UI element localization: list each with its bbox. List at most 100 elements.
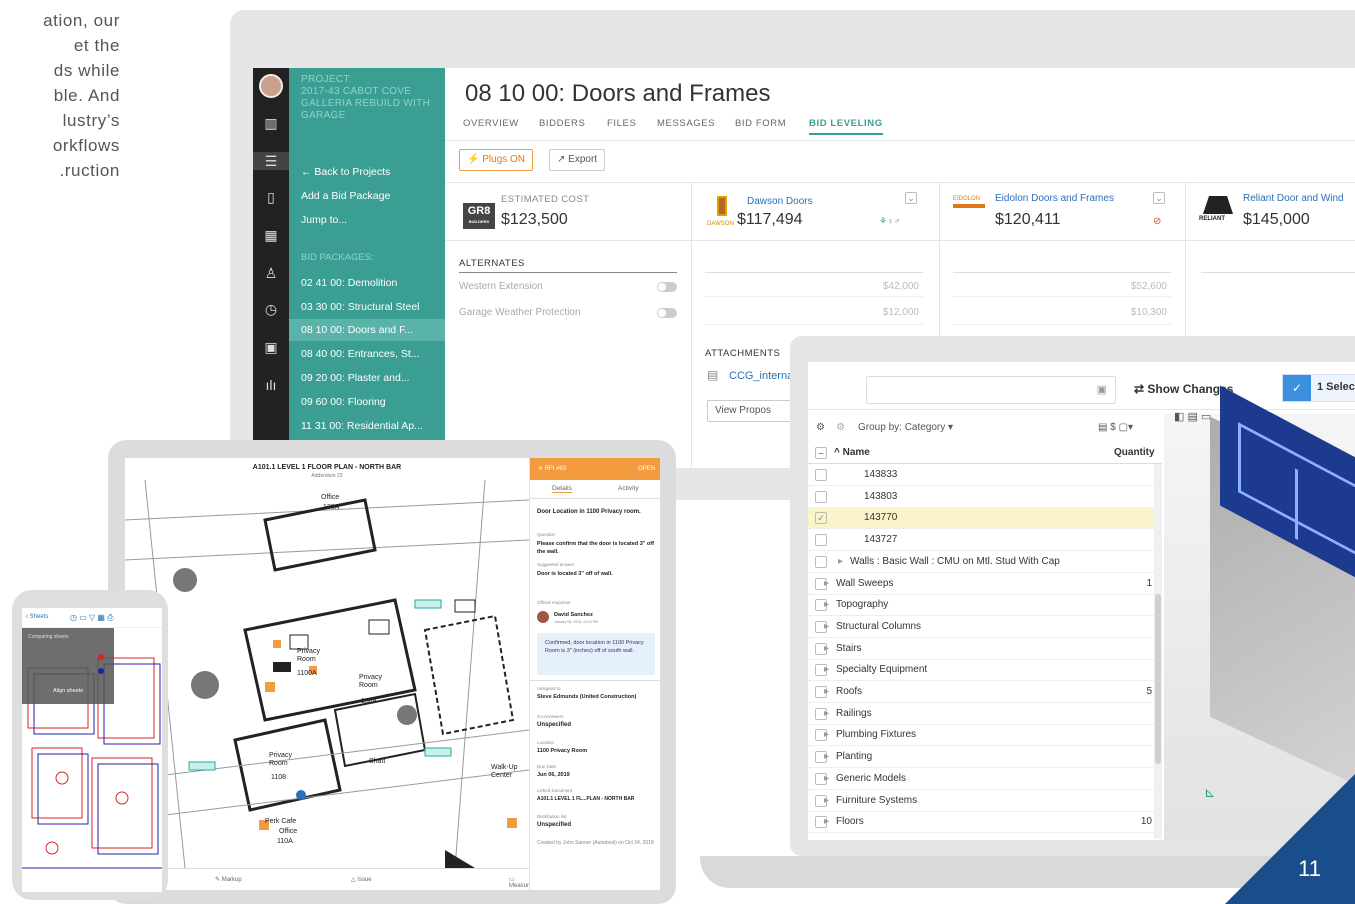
stamp-icon[interactable]: ♙	[262, 264, 280, 282]
tab-bid-leveling[interactable]: BID LEVELING	[809, 118, 883, 135]
bid-package-item-active[interactable]: 08 10 00: Doors and F...	[289, 319, 445, 341]
bid-package-item[interactable]: 11 31 00: Residential Ap...	[289, 415, 445, 437]
expand-chevron-icon[interactable]: ▸	[824, 681, 829, 702]
table-row[interactable]: Planting ▸	[808, 746, 1156, 769]
selected-button[interactable]: ✓ 1 Selecte	[1282, 374, 1355, 402]
expand-chevron-icon[interactable]: ▸	[824, 616, 829, 637]
table-row[interactable]: Plumbing Fixtures ▸	[808, 724, 1156, 747]
back-sheets-button[interactable]: ‹ Sheets	[26, 614, 48, 620]
distribution-value[interactable]: Unspecified	[537, 821, 659, 829]
toolbar-icons[interactable]: ◷ ▭ ▽ ▦ ⎙	[70, 613, 114, 623]
table-row[interactable]: Railings ▸	[808, 703, 1156, 725]
list-icon[interactable]: ☰	[253, 152, 289, 170]
select-all-checkbox[interactable]: –	[815, 447, 827, 459]
table-row[interactable]: Wall Sweeps ▸ 1	[808, 573, 1156, 595]
row-checkbox[interactable]	[815, 534, 827, 547]
back-to-projects-link[interactable]: ← Back to Projects	[301, 166, 390, 178]
bid-package-item[interactable]: 09 20 00: Plaster and...	[289, 367, 445, 389]
row-checkbox[interactable]	[815, 555, 827, 568]
bar-chart-icon[interactable]: ılı	[262, 376, 280, 394]
floor-plan-view[interactable]: A101.1 LEVEL 1 FLOOR PLAN - NORTH BAR Ad…	[125, 458, 532, 890]
row-checkbox[interactable]	[815, 490, 827, 503]
expand-chevron-icon[interactable]: ▸	[824, 724, 829, 745]
expand-chevron-icon[interactable]: ▸	[824, 703, 829, 724]
alternate-toggle[interactable]	[657, 308, 677, 318]
table-row[interactable]: Walls : Basic Wall : CMU on Mtl. Stud Wi…	[808, 551, 1156, 573]
tab-activity[interactable]: Activity	[618, 485, 639, 492]
tab-messages[interactable]: MESSAGES	[657, 118, 715, 129]
table-row[interactable]: ✓ 143770	[808, 507, 1156, 530]
table-row[interactable]: Specialty Equipment ▸	[808, 659, 1156, 682]
clock-icon[interactable]: ◷	[262, 300, 280, 318]
align-sheets-button[interactable]: Align sheets	[22, 688, 114, 694]
name-column-header[interactable]: ^ Name	[834, 447, 870, 458]
bid-package-item[interactable]: 02 41 00: Demolition	[289, 272, 445, 294]
expand-chevron-icon[interactable]: ▸	[838, 551, 843, 572]
chevron-down-icon[interactable]: ⌄	[1153, 192, 1165, 204]
table-row[interactable]: Generic Models ▸	[808, 768, 1156, 790]
table-row[interactable]: Stairs ▸	[808, 638, 1156, 660]
expand-chevron-icon[interactable]: ▸	[824, 811, 829, 832]
tab-bidders[interactable]: BIDDERS	[539, 118, 585, 129]
export-button[interactable]: ↗ Export	[549, 149, 606, 171]
issue-button[interactable]: △ Issue	[351, 876, 372, 883]
avatar[interactable]	[259, 74, 283, 98]
chevron-down-icon[interactable]: ⌄	[905, 192, 917, 204]
expand-chevron-icon[interactable]: ▸	[824, 638, 829, 659]
expand-chevron-icon[interactable]: ▸	[824, 768, 829, 789]
table-row[interactable]: Structural Columns ▸	[808, 616, 1156, 638]
expand-chevron-icon[interactable]: ▸	[824, 573, 829, 594]
plugs-on-button[interactable]: ⚡ Plugs ON	[459, 149, 534, 171]
table-row[interactable]: Topography ▸	[808, 594, 1156, 617]
tab-bid-form[interactable]: BID FORM	[735, 118, 786, 129]
coreviewers-value[interactable]: Unspecified	[537, 721, 659, 729]
linked-document[interactable]: A101.1 LEVEL 1 FL...PLAN - NORTH BAR	[537, 795, 659, 803]
building-icon[interactable]: ▥	[262, 114, 280, 132]
settings-icon[interactable]: ⚙	[836, 422, 845, 433]
vendor-name[interactable]: Dawson Doors	[747, 196, 813, 207]
table-row[interactable]: 143803	[808, 486, 1156, 508]
table-row[interactable]: Furniture Systems ▸	[808, 790, 1156, 812]
gear-icon[interactable]: ⚙	[816, 422, 825, 433]
vendor-name[interactable]: Reliant Door and Wind	[1243, 193, 1344, 204]
tab-details[interactable]: Details	[552, 485, 572, 493]
bid-package-item[interactable]: 09 60 00: Flooring	[289, 391, 445, 413]
row-checkbox[interactable]	[815, 469, 827, 481]
attachment-link[interactable]: CCG_interna	[729, 370, 793, 382]
tab-overview[interactable]: OVERVIEW	[463, 118, 519, 129]
show-changes-button[interactable]: ⇄ Show Changes	[1134, 382, 1233, 396]
clipboard-icon[interactable]: ▯	[262, 188, 280, 206]
expand-chevron-icon[interactable]: ▸	[824, 790, 829, 811]
add-bid-package-link[interactable]: Add a Bid Package	[301, 190, 390, 202]
bid-package-item[interactable]: 08 40 00: Entrances, St...	[289, 343, 445, 365]
table-row[interactable]: Roofs ▸ 5	[808, 681, 1156, 703]
document-icon[interactable]: ▣	[262, 338, 280, 356]
expand-chevron-icon[interactable]: ▸	[824, 659, 829, 680]
group-by-select[interactable]: Group by: Category ▾	[858, 422, 953, 433]
calendar-icon[interactable]: ▦	[262, 226, 280, 244]
quantity-column-header[interactable]: Quantity	[1114, 447, 1155, 458]
vendor-name[interactable]: Eidolon Doors and Frames	[995, 193, 1114, 204]
markup-button[interactable]: ✎ Markup	[215, 876, 242, 883]
toolbar-icons[interactable]: ▤ $ ▢▾	[1098, 422, 1133, 433]
tab-files[interactable]: FILES	[607, 118, 636, 129]
scrollbar[interactable]	[1154, 464, 1162, 839]
search-input[interactable]: ▣	[866, 376, 1116, 404]
row-checkbox[interactable]: ✓	[815, 512, 827, 525]
scrollbar-thumb[interactable]	[1155, 594, 1161, 764]
expand-chevron-icon[interactable]: ▸	[824, 746, 829, 767]
location-value[interactable]: 1100 Privacy Room	[537, 747, 659, 755]
due-date-value[interactable]: Jun 06, 2019	[537, 771, 659, 779]
close-icon[interactable]: ✕	[538, 466, 545, 472]
table-row[interactable]: 143833	[808, 464, 1156, 486]
jump-to-link[interactable]: Jump to...	[301, 214, 347, 226]
view-proposal-button[interactable]: View Propos	[707, 400, 797, 422]
blue-marker[interactable]	[98, 668, 104, 674]
table-row[interactable]: 143727	[808, 529, 1156, 552]
assigned-to[interactable]: Steve Edmunds (United Construction)	[537, 693, 659, 701]
expand-chevron-icon[interactable]: ▸	[824, 594, 829, 615]
table-row[interactable]: Floors ▸ 10	[808, 811, 1156, 834]
bid-package-item[interactable]: 03 30 00: Structural Steel	[289, 296, 445, 318]
red-marker[interactable]	[98, 654, 104, 660]
alternate-toggle[interactable]	[657, 282, 677, 292]
